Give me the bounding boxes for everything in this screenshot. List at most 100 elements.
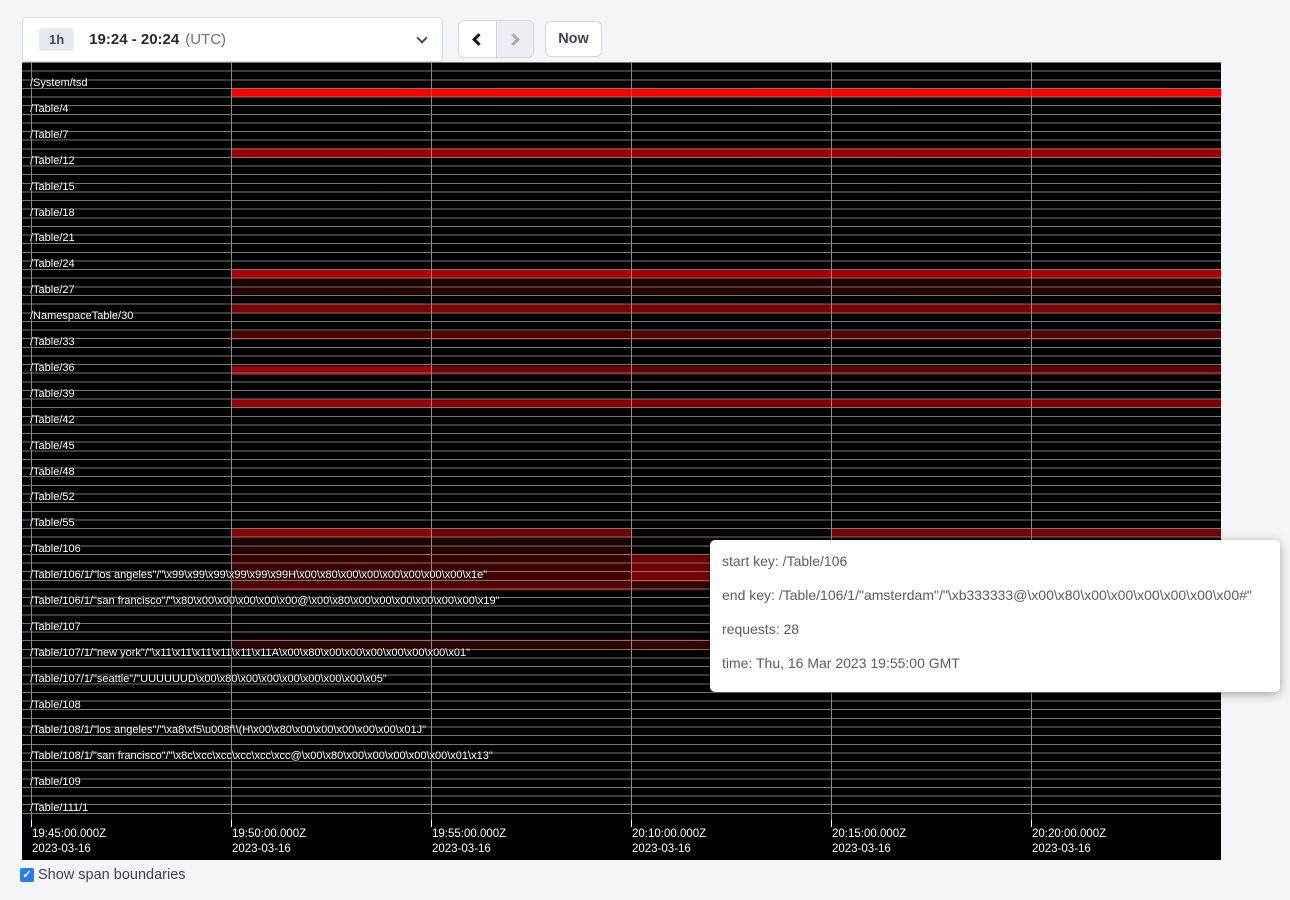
heat-cell (431, 331, 631, 340)
heat-band (231, 528, 1221, 537)
heat-cell (231, 278, 431, 287)
show-span-boundaries-checkbox[interactable] (20, 868, 34, 882)
heat-cell (631, 287, 831, 296)
heat-cell (1031, 148, 1221, 158)
x-axis-label: 20:20:00.000Z2023-03-16 (1032, 827, 1106, 857)
heat-cell (431, 269, 631, 278)
heat-cell (431, 582, 631, 591)
heat-cell (1031, 366, 1221, 375)
heat-cell (231, 287, 431, 296)
heat-band (231, 331, 1221, 340)
heat-cell (231, 304, 431, 313)
x-axis-tick (231, 820, 232, 827)
heat-cell (231, 148, 431, 158)
chevron-right-icon (507, 33, 520, 46)
heat-band (231, 304, 1221, 313)
heat-cell (631, 269, 831, 278)
heat-cell (231, 582, 431, 591)
prev-range-button[interactable] (459, 21, 496, 57)
heat-band (231, 287, 1221, 296)
heat-band (231, 269, 1221, 278)
heat-bands (22, 62, 1221, 860)
heat-cell (431, 278, 631, 287)
heat-cell (831, 269, 1031, 278)
heat-cell (431, 537, 631, 546)
footer: Show span boundaries (20, 866, 186, 884)
heat-cell (1031, 528, 1221, 537)
show-span-boundaries-label: Show span boundaries (38, 866, 186, 884)
heat-cell (431, 287, 631, 296)
heat-band (231, 88, 1221, 97)
heat-cell (431, 564, 631, 573)
heat-cell (231, 399, 431, 408)
heat-cell (1031, 331, 1221, 340)
heat-band (231, 148, 1221, 158)
heat-cell (631, 399, 831, 408)
heat-cell (631, 88, 831, 97)
tooltip-requests: requests: 28 (722, 622, 1268, 636)
toolbar: 1h 19:24 - 20:24 (UTC) Now (0, 0, 1290, 62)
time-range-text: 19:24 - 20:24 (89, 31, 179, 48)
heat-cell (831, 278, 1031, 287)
now-button[interactable]: Now (545, 21, 602, 57)
x-axis-label: 19:45:00.000Z2023-03-16 (32, 827, 106, 857)
heat-cell (431, 555, 631, 564)
heat-cell (631, 331, 831, 340)
heat-cell (231, 366, 431, 375)
heat-cell (431, 639, 631, 649)
time-range-dropdown[interactable]: 1h 19:24 - 20:24 (UTC) (22, 17, 443, 62)
heat-cell (1031, 278, 1221, 287)
heat-cell (1031, 287, 1221, 296)
heat-cell (1031, 304, 1221, 313)
heat-cell (431, 546, 631, 555)
heat-cell (1031, 399, 1221, 408)
heat-cell (431, 399, 631, 408)
heat-cell (231, 573, 431, 582)
heat-cell (831, 399, 1031, 408)
x-axis-tick (431, 820, 432, 827)
time-range-timezone: (UTC) (185, 31, 226, 48)
time-range-preset-badge: 1h (39, 28, 74, 51)
heat-band (231, 399, 1221, 408)
heat-cell (631, 528, 831, 537)
heat-cell (831, 331, 1031, 340)
heat-cell (231, 639, 431, 649)
chevron-left-icon (473, 33, 486, 46)
x-axis-label: 19:50:00.000Z2023-03-16 (232, 827, 306, 857)
heat-cell (1031, 269, 1221, 278)
x-axis-label: 20:10:00.000Z2023-03-16 (632, 827, 706, 857)
x-axis: 19:45:00.000Z2023-03-16 19:50:00.000Z2023… (22, 820, 1221, 860)
heat-cell (831, 304, 1031, 313)
heat-band (231, 278, 1221, 287)
heat-cell (231, 564, 431, 573)
heat-cell (231, 269, 431, 278)
x-axis-tick (631, 820, 632, 827)
heat-cell (431, 304, 631, 313)
chevron-down-icon (416, 32, 427, 43)
heat-cell (631, 278, 831, 287)
tooltip-time: time: Thu, 16 Mar 2023 19:55:00 GMT (722, 656, 1268, 670)
heat-cell (231, 537, 431, 546)
heat-cell (231, 528, 431, 537)
heat-cell (831, 148, 1031, 158)
heat-band (231, 366, 1221, 375)
x-axis-label: 19:55:00.000Z2023-03-16 (432, 827, 506, 857)
heat-cell (831, 366, 1031, 375)
tooltip-start-key: start key: /Table/106 (722, 554, 1268, 568)
next-range-button[interactable] (496, 21, 533, 57)
heat-cell (831, 528, 1031, 537)
heat-cell (831, 88, 1031, 97)
heat-cell (631, 148, 831, 158)
key-visualizer-canvas[interactable]: /System/tsd/Table/4/Table/7/Table/12/Tab… (22, 62, 1221, 860)
x-axis-tick (831, 820, 832, 827)
x-axis-label: 20:15:00.000Z2023-03-16 (832, 827, 906, 857)
heat-cell (631, 366, 831, 375)
heat-cell (631, 304, 831, 313)
hover-tooltip: start key: /Table/106 end key: /Table/10… (710, 540, 1280, 692)
tooltip-end-key: end key: /Table/106/1/"amsterdam"/"\xb33… (722, 588, 1268, 602)
heat-cell (231, 546, 431, 555)
heat-cell (431, 366, 631, 375)
heat-cell (231, 88, 431, 97)
heat-cell (431, 573, 631, 582)
heat-cell (231, 331, 431, 340)
